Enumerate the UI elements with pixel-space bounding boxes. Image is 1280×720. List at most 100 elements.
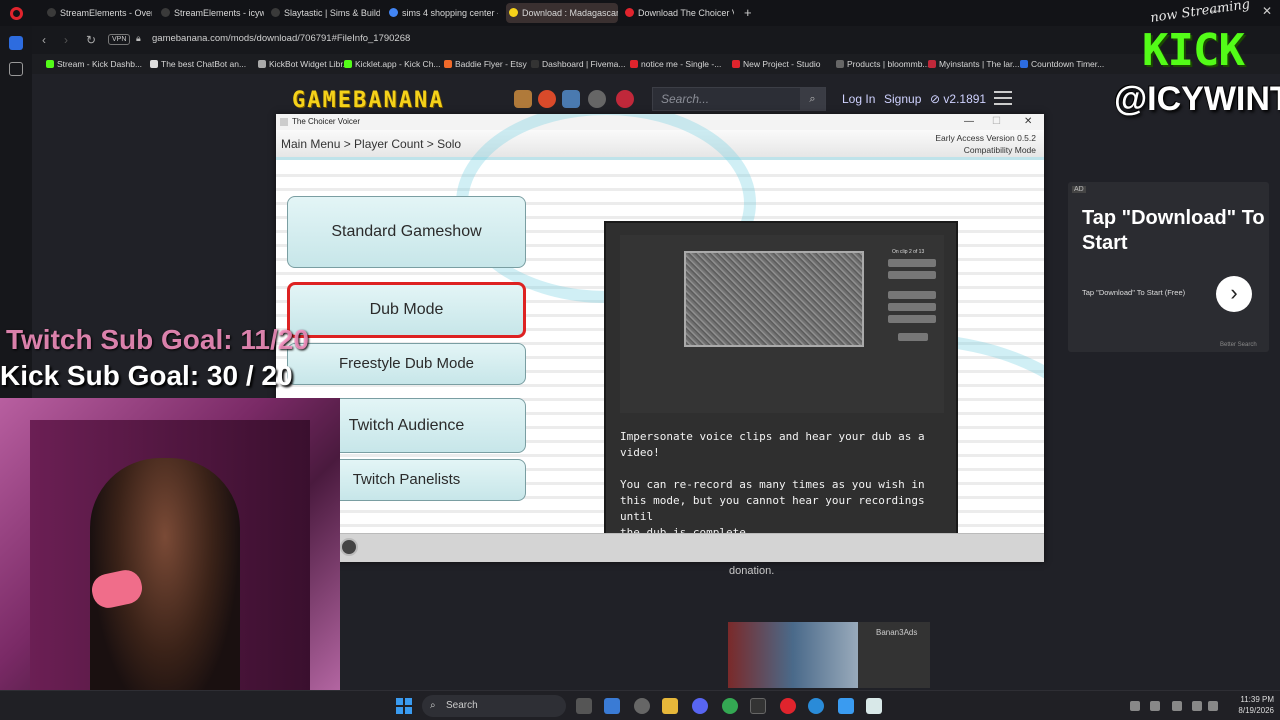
task-view-icon[interactable] xyxy=(576,698,592,714)
version-icon: ⊘ xyxy=(930,92,944,106)
clock-date: 8/19/2026 xyxy=(1238,706,1274,715)
windows-start-icon[interactable] xyxy=(396,698,412,714)
bookmark-favicon-icon xyxy=(1020,60,1028,68)
capcut-icon[interactable] xyxy=(750,698,766,714)
display-icon[interactable] xyxy=(1192,701,1202,711)
app-icon xyxy=(280,118,288,126)
network-icon[interactable] xyxy=(1150,701,1160,711)
app-footer xyxy=(276,533,1044,562)
bookmark-favicon-icon xyxy=(258,60,266,68)
game-icon[interactable] xyxy=(588,90,606,108)
dub-mode-button[interactable]: Dub Mode xyxy=(287,282,526,338)
bookmark-label: Stream - Kick Dashb... xyxy=(57,59,143,69)
ad-footer: Better Search xyxy=(1220,342,1257,348)
standard-gameshow-button[interactable]: Standard Gameshow xyxy=(287,196,526,268)
game-icon[interactable] xyxy=(616,90,634,108)
bookmark-item[interactable]: Stream - Kick Dashb... xyxy=(46,59,142,69)
preview-mini-button xyxy=(888,315,936,323)
ad-arrow-icon[interactable]: › xyxy=(1216,276,1252,312)
bookmark-label: Dashboard | Fivema... xyxy=(542,59,626,69)
game-icon[interactable] xyxy=(514,90,532,108)
bookmark-item[interactable]: Baddie Flyer - Etsy xyxy=(444,59,527,69)
bookmark-item[interactable]: The best ChatBot an... xyxy=(150,59,246,69)
login-link[interactable]: Log In xyxy=(842,92,875,106)
vpn-badge[interactable]: VPN xyxy=(108,34,131,45)
advertisement[interactable]: AD Tap "Download" To Start Tap "Download… xyxy=(1068,182,1269,352)
forward-icon[interactable]: › xyxy=(64,33,68,47)
app-body: Standard Gameshow Dub Mode Freestyle Dub… xyxy=(276,114,1044,562)
url-field[interactable]: gamebanana.com/mods/download/706791#File… xyxy=(152,33,410,44)
browser-tab[interactable]: Download The Choicer Vo xyxy=(622,3,734,23)
signup-link[interactable]: Signup xyxy=(884,92,921,106)
new-tab-button[interactable]: + xyxy=(744,5,752,20)
maximize-icon[interactable]: ☐ xyxy=(992,114,1001,130)
minimize-icon[interactable]: — xyxy=(964,114,974,130)
close-window-icon[interactable]: ✕ xyxy=(1262,4,1272,18)
bookmark-label: Kicklet.app - Kick Ch... xyxy=(355,59,441,69)
ad-title[interactable]: Tap "Download" To Start xyxy=(1082,206,1269,256)
search-icon[interactable]: ⌕ xyxy=(800,88,825,110)
browser-tab[interactable]: Download : Madagascar xyxy=(506,3,618,23)
bookmark-favicon-icon xyxy=(444,60,452,68)
compatibility-line: Compatibility Mode xyxy=(963,145,1036,155)
tab-favicon-icon xyxy=(271,8,280,17)
preview-static-screen xyxy=(684,251,864,347)
kick-logo: KICK xyxy=(1142,25,1245,76)
edge-icon[interactable] xyxy=(808,698,824,714)
bookmark-item[interactable]: notice me - Single -... xyxy=(630,59,721,69)
tab-label: Download : Madagascar xyxy=(522,8,618,18)
reload-icon[interactable]: ↻ xyxy=(86,33,96,47)
scroll-handle-icon[interactable] xyxy=(340,538,358,556)
version-link[interactable]: ⊘ v2.1891 xyxy=(930,92,986,106)
game-icon[interactable] xyxy=(538,90,556,108)
browser-tab[interactable]: StreamElements - Overla xyxy=(44,3,152,23)
thumbnail-image[interactable] xyxy=(728,622,858,688)
kick-sub-goal: Kick Sub Goal: 30 / 20 xyxy=(0,360,293,391)
freestyle-dub-mode-button[interactable]: Freestyle Dub Mode xyxy=(287,343,526,385)
bookmark-label: New Project - Studio xyxy=(743,59,821,69)
close-icon[interactable]: ✕ xyxy=(1024,114,1032,130)
discord-icon[interactable] xyxy=(692,698,708,714)
bookmark-item[interactable]: New Project - Studio xyxy=(732,59,820,69)
tab-label: StreamElements - icywint xyxy=(174,8,264,18)
browser-tab[interactable]: sims 4 shopping center - xyxy=(386,3,498,23)
mic-icon[interactable] xyxy=(1172,701,1182,711)
taskbar-search[interactable]: ⌕ Search xyxy=(422,695,566,717)
bookmark-item[interactable]: Dashboard | Fivema... xyxy=(531,59,625,69)
bookmark-item[interactable]: Countdown Timer... xyxy=(1020,59,1104,69)
copilot-icon[interactable] xyxy=(604,698,620,714)
back-icon[interactable]: ‹ xyxy=(42,33,46,47)
browser-tab[interactable]: StreamElements - icywint xyxy=(158,3,264,23)
gamebanana-logo[interactable]: GAMEBANANA xyxy=(292,88,444,113)
opera-icon[interactable] xyxy=(780,698,796,714)
app-icon[interactable] xyxy=(838,698,854,714)
thumbnail-strip[interactable]: Banan3Ads xyxy=(728,622,930,688)
choicer-voicer-taskbar-icon[interactable] xyxy=(866,698,882,714)
game-icon[interactable] xyxy=(562,90,580,108)
system-clock[interactable]: 11:39 PM 8/19/2026 xyxy=(1222,694,1274,716)
preview-mini-button xyxy=(888,271,936,279)
preview-image: On clip 2 of 13 xyxy=(620,235,944,413)
bookmark-item[interactable]: Kicklet.app - Kick Ch... xyxy=(344,59,441,69)
opera-logo-icon[interactable] xyxy=(10,7,23,20)
tab-label: StreamElements - Overla xyxy=(60,8,152,18)
star-icon[interactable] xyxy=(9,62,23,76)
bookmark-label: Countdown Timer... xyxy=(1031,59,1105,69)
bookmark-item[interactable]: Products | bloommb... xyxy=(836,59,930,69)
obs-icon[interactable] xyxy=(634,698,650,714)
browser-tab[interactable]: Slaytastic | Sims & Builds xyxy=(268,3,380,23)
chrome-icon[interactable] xyxy=(722,698,738,714)
bookmark-item[interactable]: Myinstants | The lar... xyxy=(928,59,1019,69)
hamburger-menu-icon[interactable] xyxy=(994,91,1012,105)
file-explorer-icon[interactable] xyxy=(662,698,678,714)
thumbnail-label: Banan3Ads xyxy=(876,628,918,637)
lock-icon[interactable]: 🔒︎ xyxy=(136,33,141,44)
ad-subtitle[interactable]: Tap "Download" To Start (Free) xyxy=(1082,288,1185,297)
home-icon[interactable] xyxy=(9,36,23,50)
tray-chevron-icon[interactable] xyxy=(1130,701,1140,711)
bookmark-item[interactable]: KickBot Widget Libr... xyxy=(258,59,350,69)
bookmark-favicon-icon xyxy=(630,60,638,68)
tab-favicon-icon xyxy=(161,8,170,17)
mode-preview-panel: On clip 2 of 13 Impersonate voice clips … xyxy=(604,221,958,562)
volume-icon[interactable] xyxy=(1208,701,1218,711)
